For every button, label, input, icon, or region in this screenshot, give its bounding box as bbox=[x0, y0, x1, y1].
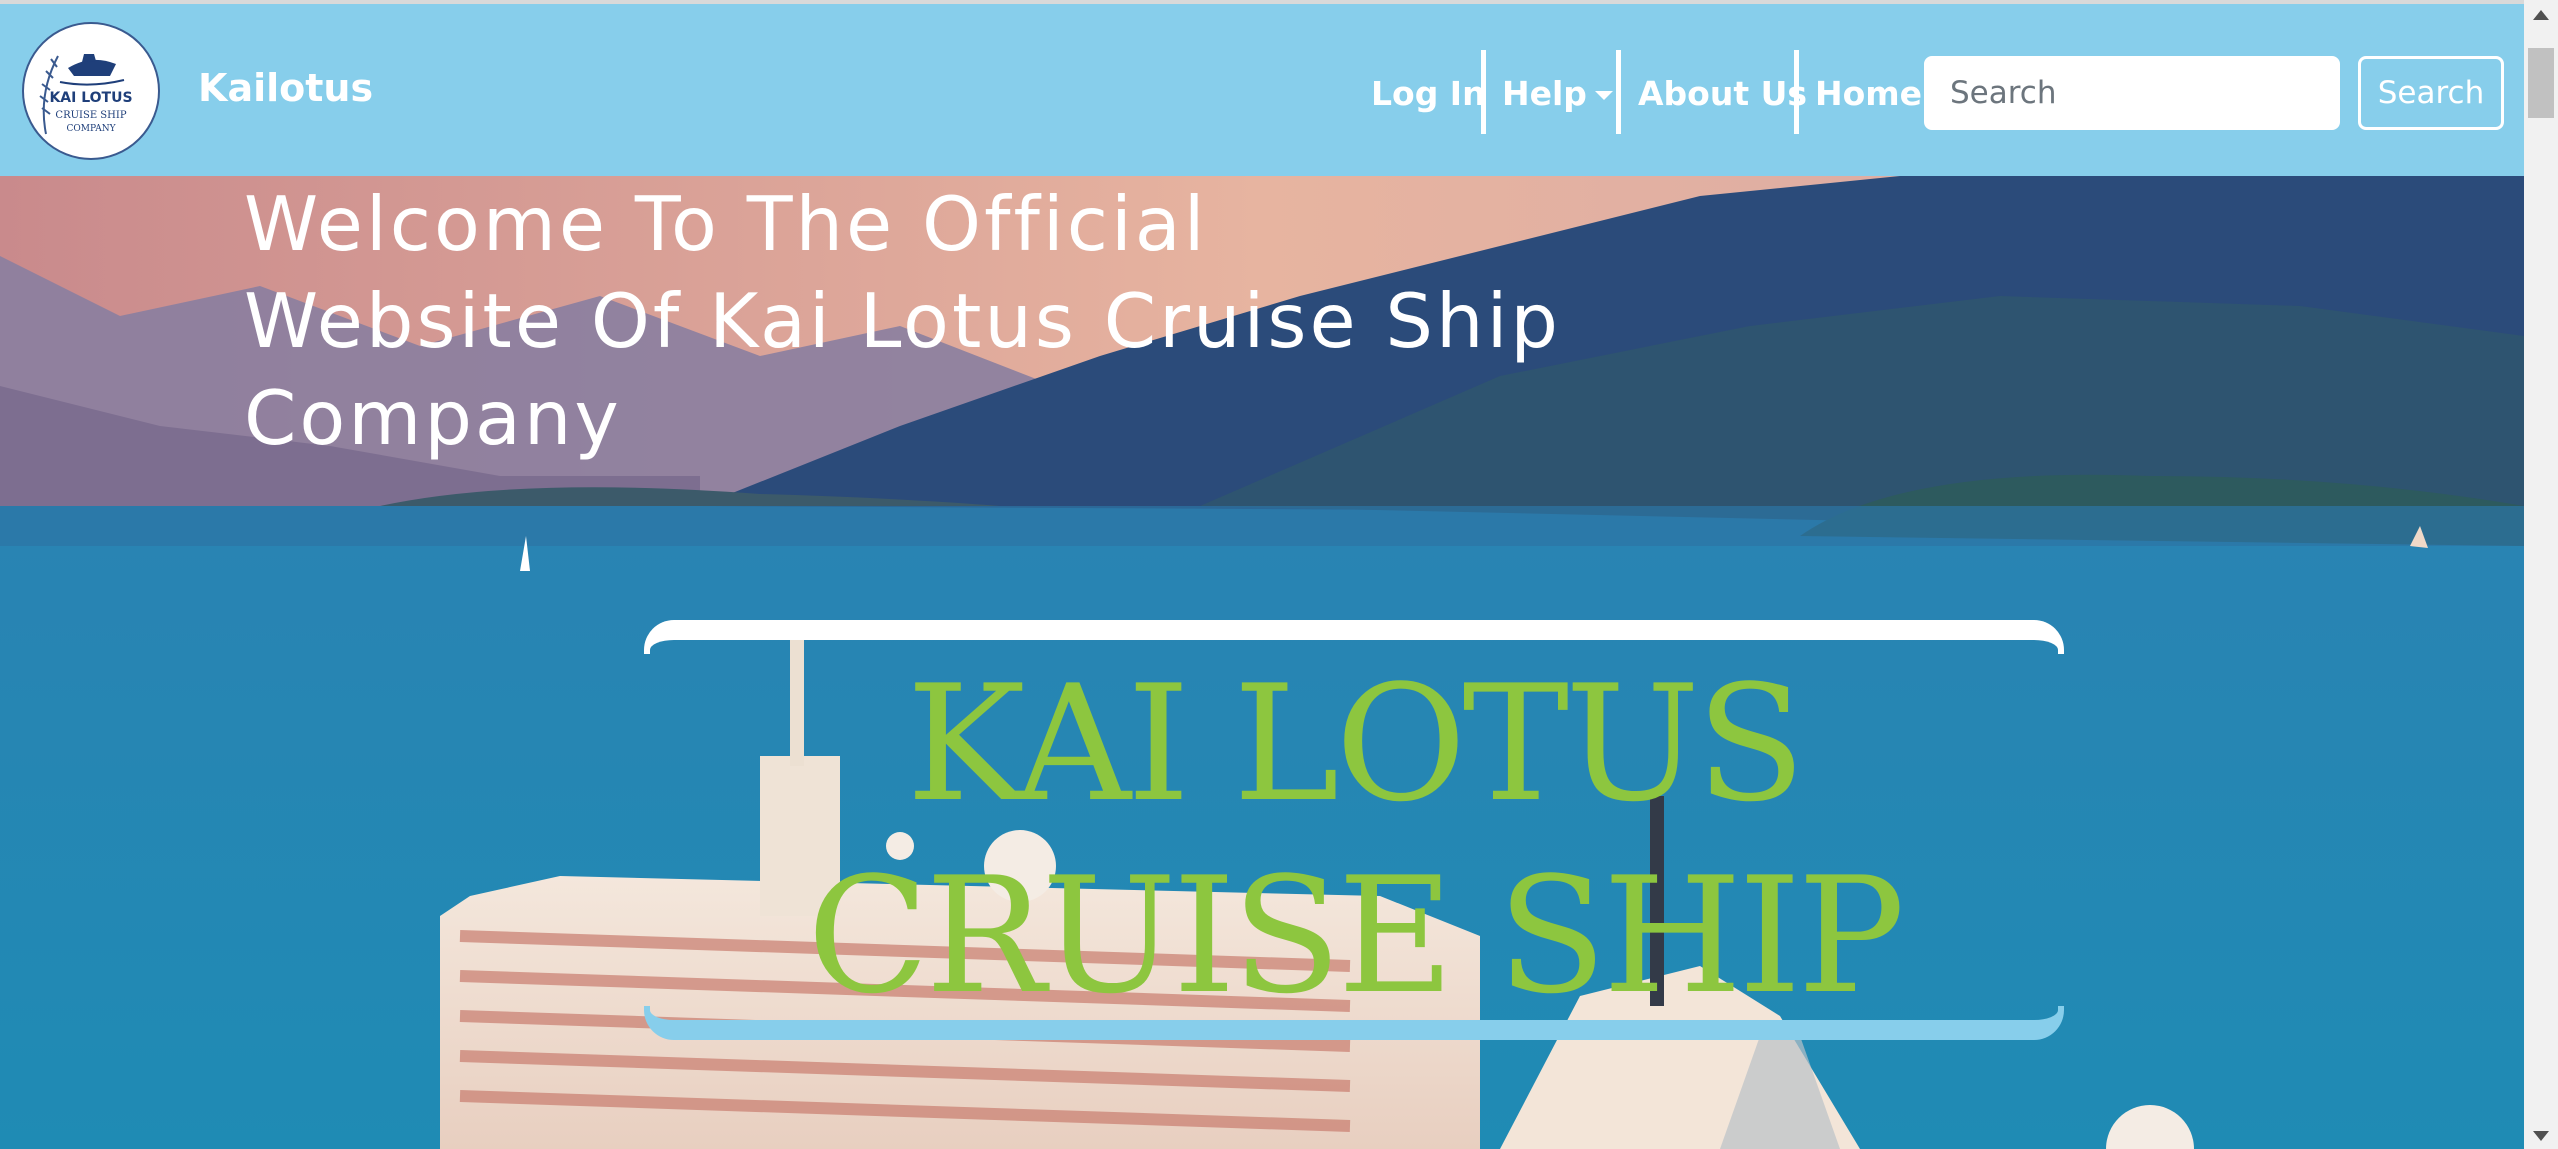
brand-name[interactable]: Kailotus bbox=[198, 66, 373, 110]
welcome-line: Website Of Kai Lotus Cruise Ship bbox=[244, 277, 1562, 365]
scroll-up-arrow-icon[interactable] bbox=[2533, 10, 2549, 20]
nav-divider bbox=[1794, 50, 1799, 134]
navbar: KAI LOTUS CRUISE SHIP COMPANY Kailotus L… bbox=[0, 4, 2524, 176]
banner-title: KAI LOTUS CRUISE SHIP bbox=[644, 648, 2064, 1032]
caret-down-icon bbox=[1594, 91, 1613, 100]
nav-divider bbox=[1616, 50, 1621, 134]
banner-line: CRUISE SHIP bbox=[806, 842, 1905, 1029]
scroll-down-arrow-icon[interactable] bbox=[2533, 1131, 2549, 1141]
nav-divider bbox=[1481, 50, 1486, 134]
banner-bottom-border bbox=[644, 1006, 2064, 1040]
nav-help-dropdown[interactable]: Help bbox=[1502, 74, 1613, 113]
svg-text:CRUISE SHIP: CRUISE SHIP bbox=[55, 110, 126, 121]
svg-text:KAI LOTUS: KAI LOTUS bbox=[49, 90, 132, 106]
banner-line: KAI LOTUS bbox=[906, 650, 1805, 837]
svg-text:COMPANY: COMPANY bbox=[66, 124, 116, 134]
welcome-line: Company bbox=[244, 374, 622, 462]
scrollbar-thumb[interactable] bbox=[2528, 48, 2554, 118]
vertical-scrollbar[interactable] bbox=[2524, 0, 2558, 1149]
nav-about-link[interactable]: About Us bbox=[1638, 74, 1807, 113]
nav-login-link[interactable]: Log In bbox=[1371, 74, 1486, 113]
nav-home-link[interactable]: Home bbox=[1815, 74, 1922, 113]
welcome-line: Welcome To The Official bbox=[244, 180, 1208, 268]
welcome-heading: Welcome To The Official Website Of Kai L… bbox=[244, 176, 1644, 467]
hero-section: Welcome To The Official Website Of Kai L… bbox=[0, 176, 2524, 1149]
search-button[interactable]: Search bbox=[2358, 56, 2504, 130]
logo-graphic: KAI LOTUS CRUISE SHIP COMPANY bbox=[39, 54, 133, 135]
search-input[interactable] bbox=[1924, 56, 2340, 130]
company-logo[interactable]: KAI LOTUS CRUISE SHIP COMPANY bbox=[22, 22, 160, 160]
nav-help-label: Help bbox=[1502, 74, 1587, 113]
